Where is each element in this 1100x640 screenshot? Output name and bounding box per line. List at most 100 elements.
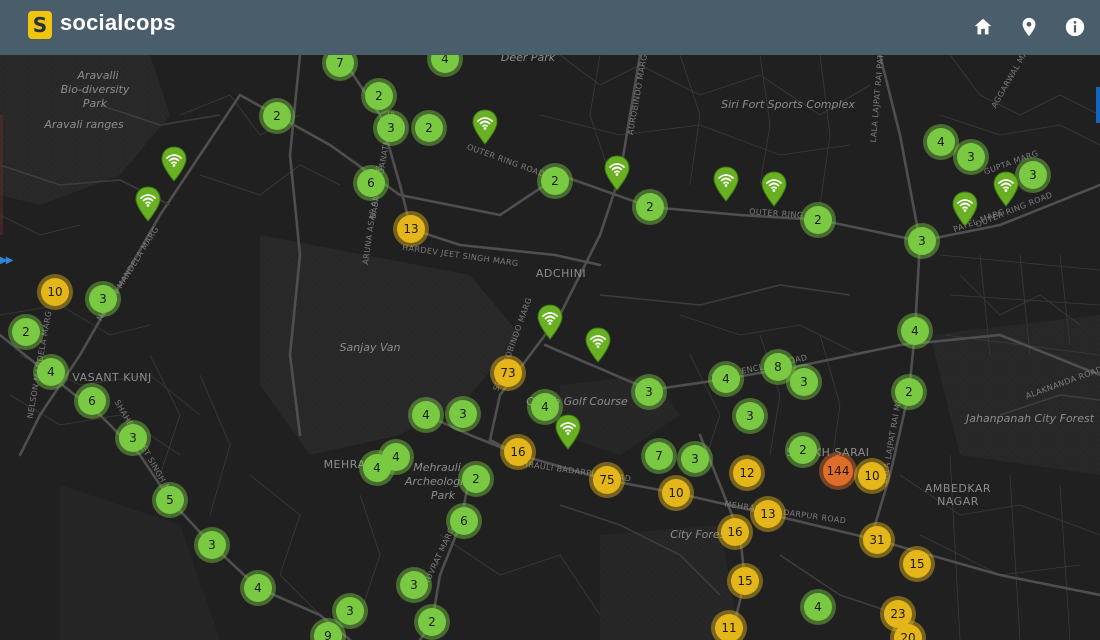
marker-cluster[interactable]: 2	[8, 314, 44, 350]
cluster-count: 13	[397, 215, 425, 243]
cluster-count: 20	[894, 624, 922, 640]
map-place-label: AMBEDKAR	[925, 482, 991, 495]
marker-cluster[interactable]: 6	[353, 165, 389, 201]
marker-cluster[interactable]: 4	[897, 313, 933, 349]
marker-cluster[interactable]: 2	[414, 604, 450, 640]
cluster-count: 15	[903, 550, 931, 578]
marker-cluster[interactable]: 4	[240, 570, 276, 606]
cluster-count: 6	[450, 507, 478, 535]
cluster-count: 3	[336, 597, 364, 625]
marker-cluster[interactable]: 6	[74, 383, 110, 419]
marker-cluster[interactable]: 2	[891, 374, 927, 410]
marker-cluster[interactable]: 2	[361, 78, 397, 114]
marker-cluster[interactable]: 10	[854, 458, 890, 494]
wifi-marker-icon[interactable]	[993, 171, 1019, 207]
wifi-marker-icon[interactable]	[761, 171, 787, 207]
marker-cluster[interactable]: 2	[537, 163, 573, 199]
cluster-count: 4	[431, 55, 459, 73]
marker-cluster[interactable]: 3	[373, 110, 409, 146]
marker-cluster[interactable]: 2	[785, 432, 821, 468]
marker-cluster[interactable]: 6	[446, 503, 482, 539]
home-icon[interactable]	[972, 16, 994, 38]
marker-cluster[interactable]: 73	[490, 355, 526, 391]
map-canvas[interactable]: Aravalli Bio-diversity Park Aravali ranges D…	[0, 55, 1100, 640]
marker-cluster[interactable]: 2	[458, 461, 494, 497]
map-place-label: Aravali ranges	[43, 118, 124, 131]
marker-cluster[interactable]: 3	[677, 441, 713, 477]
cluster-count: 75	[593, 466, 621, 494]
map-place-label: Aravalli	[76, 69, 118, 82]
sidebar-expand-arrows-icon[interactable]: ▶▶	[0, 255, 13, 266]
marker-cluster[interactable]: 13	[393, 211, 429, 247]
marker-cluster[interactable]: 144	[819, 452, 857, 490]
marker-cluster[interactable]: 3	[786, 364, 822, 400]
marker-cluster[interactable]: 2	[800, 202, 836, 238]
wifi-marker-icon[interactable]	[472, 109, 498, 145]
cluster-count: 3	[1019, 161, 1047, 189]
cluster-count: 6	[78, 387, 106, 415]
cluster-count: 3	[198, 531, 226, 559]
marker-cluster[interactable]: 10	[37, 274, 73, 310]
cluster-count: 13	[754, 500, 782, 528]
marker-cluster[interactable]: 4	[408, 397, 444, 433]
marker-cluster[interactable]: 4	[359, 450, 395, 486]
cluster-count: 4	[712, 365, 740, 393]
wifi-marker-icon[interactable]	[952, 191, 978, 227]
marker-cluster[interactable]: 75	[589, 462, 625, 498]
wifi-marker-icon[interactable]	[713, 166, 739, 202]
marker-cluster[interactable]: 7	[641, 438, 677, 474]
right-edge-tab[interactable]	[1096, 87, 1100, 123]
info-icon[interactable]	[1064, 16, 1086, 38]
marker-cluster[interactable]: 31	[859, 522, 895, 558]
cluster-count: 4	[927, 128, 955, 156]
marker-cluster[interactable]: 3	[1015, 157, 1051, 193]
cluster-count: 4	[363, 454, 391, 482]
marker-cluster[interactable]: 3	[85, 281, 121, 317]
cluster-count: 4	[412, 401, 440, 429]
cluster-count: 15	[731, 567, 759, 595]
brand-name[interactable]: socialcops	[60, 10, 176, 36]
marker-cluster[interactable]: 16	[500, 434, 536, 470]
marker-cluster[interactable]: 4	[708, 361, 744, 397]
cluster-count: 4	[37, 358, 65, 386]
marker-cluster[interactable]: 11	[711, 610, 747, 640]
cluster-count: 2	[418, 608, 446, 636]
marker-cluster[interactable]: 3	[445, 396, 481, 432]
marker-cluster[interactable]: 2	[632, 189, 668, 225]
marker-cluster[interactable]: 5	[152, 482, 188, 518]
cluster-count: 10	[662, 479, 690, 507]
location-pin-icon[interactable]	[1018, 16, 1040, 38]
marker-cluster[interactable]: 13	[750, 496, 786, 532]
map-place-label: Siri Fort Sports Complex	[721, 98, 855, 111]
marker-cluster[interactable]: 16	[717, 514, 753, 550]
marker-cluster[interactable]: 4	[800, 589, 836, 625]
marker-cluster[interactable]: 3	[396, 567, 432, 603]
socialcops-logo[interactable]: S	[28, 11, 52, 39]
wifi-marker-icon[interactable]	[135, 186, 161, 222]
wifi-marker-icon[interactable]	[537, 304, 563, 340]
marker-cluster[interactable]: 12	[729, 455, 765, 491]
wifi-marker-icon[interactable]	[161, 146, 187, 182]
marker-cluster[interactable]: 3	[194, 527, 230, 563]
cluster-count: 2	[12, 318, 40, 346]
cluster-count: 6	[357, 169, 385, 197]
marker-cluster[interactable]: 4	[33, 354, 69, 390]
wifi-marker-icon[interactable]	[555, 414, 581, 450]
map-place-label: Jahanpanah City Forest	[964, 412, 1095, 425]
wifi-marker-icon[interactable]	[604, 155, 630, 191]
marker-cluster[interactable]: 3	[953, 139, 989, 175]
wifi-marker-icon[interactable]	[585, 327, 611, 363]
marker-cluster[interactable]: 2	[259, 98, 295, 134]
marker-cluster[interactable]: 15	[727, 563, 763, 599]
marker-cluster[interactable]: 2	[411, 110, 447, 146]
marker-cluster[interactable]: 3	[631, 374, 667, 410]
marker-cluster[interactable]: 3	[732, 398, 768, 434]
cluster-count: 3	[119, 424, 147, 452]
marker-cluster[interactable]: 3	[115, 420, 151, 456]
marker-cluster[interactable]: 10	[658, 475, 694, 511]
marker-cluster[interactable]: 3	[904, 223, 940, 259]
marker-cluster[interactable]: 15	[899, 546, 935, 582]
cluster-count: 2	[415, 114, 443, 142]
map-place-label: Sanjay Van	[339, 341, 400, 354]
map-place-label: Mehrauli	[413, 461, 461, 474]
